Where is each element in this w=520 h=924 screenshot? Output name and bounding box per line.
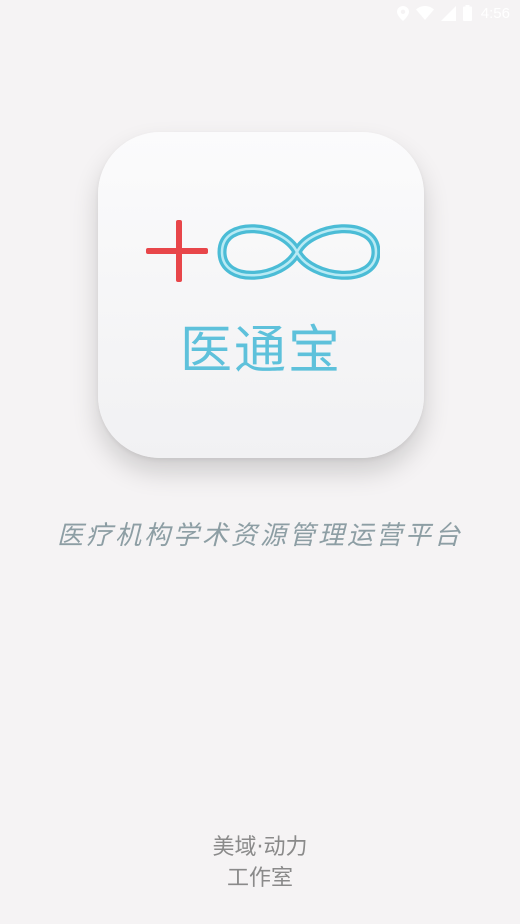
status-time: 4:56: [480, 4, 510, 22]
studio-name-line2: 工作室: [226, 866, 293, 891]
infinity-icon: [217, 224, 380, 280]
tagline: 医疗机构学术资源管理运营平台: [56, 521, 463, 551]
studio-credit: 美域·动力 工作室: [0, 832, 520, 894]
wifi-icon: [415, 6, 434, 20]
location-icon: [396, 5, 409, 21]
app-logo: [146, 220, 380, 282]
app-name: 医通宝: [179, 321, 342, 381]
battery-icon: [462, 5, 472, 21]
cellular-signal-icon: [440, 5, 456, 21]
status-bar: 4:56: [0, 0, 520, 26]
plus-cross-icon: [146, 220, 208, 282]
studio-name-line1: 美域·动力: [212, 835, 308, 860]
app-icon: 医通宝: [98, 132, 424, 458]
